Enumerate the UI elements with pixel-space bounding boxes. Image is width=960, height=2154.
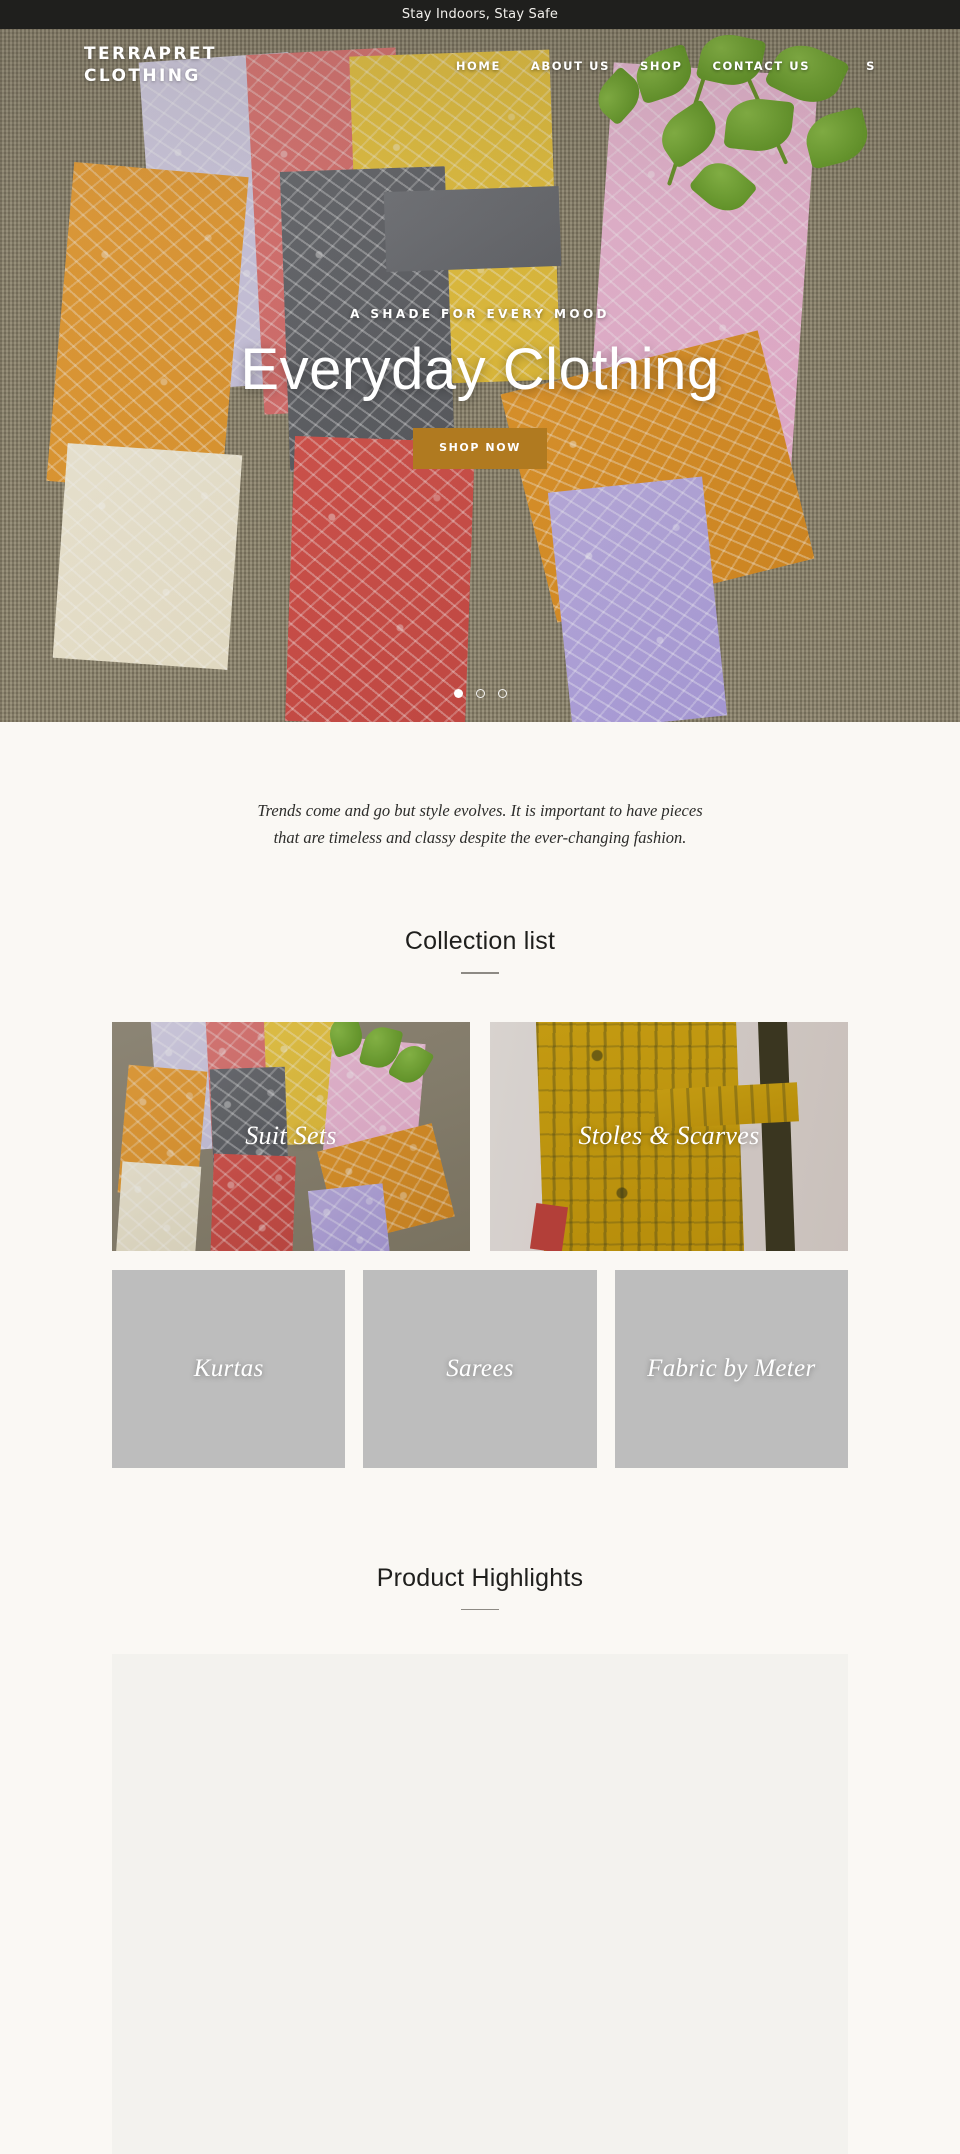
collection-card-suit-sets[interactable]: Suit Sets: [112, 1021, 470, 1251]
collection-card-label-suit-sets: Suit Sets: [245, 1121, 337, 1151]
intro-quote: Trends come and go but style evolves. It…: [0, 722, 960, 851]
intro-quote-line-1: Trends come and go but style evolves. It…: [257, 801, 703, 820]
search-icon[interactable]: S: [866, 59, 876, 73]
page-title-collection-list: Collection list: [404, 927, 556, 956]
product-highlights-grid: [0, 1654, 960, 2154]
collection-card-label-sarees: Sarees: [446, 1354, 514, 1382]
hero-title: Everyday Clothing: [240, 337, 720, 402]
brand-logo[interactable]: TERRAPRET CLOTHING: [84, 44, 244, 88]
collection-card-sarees[interactable]: Sarees: [363, 1269, 597, 1468]
nav-link-home[interactable]: HOME: [456, 59, 501, 73]
hero-carousel[interactable]: TERRAPRET CLOTHING HOME ABOUT US SHOP CO…: [0, 29, 960, 722]
product-highlights-heading-block: Product Highlights: [0, 1564, 960, 1611]
page-title-product-highlights: Product Highlights: [376, 1563, 584, 1592]
collection-card-kurtas[interactable]: Kurtas: [112, 1269, 346, 1468]
product-highlights-placeholder-panel: [112, 1654, 848, 2154]
intro-quote-line-2: that are timeless and classy despite the…: [273, 827, 687, 847]
product-highlights-section: Product Highlights: [0, 1564, 960, 2154]
carousel-dot-3[interactable]: [497, 689, 507, 698]
carousel-dot-1[interactable]: [453, 689, 463, 698]
shop-now-button[interactable]: SHOP NOW: [413, 428, 547, 469]
hero-eyebrow: A SHADE FOR EVERY MOOD: [350, 307, 610, 321]
main-navigation: HOME ABOUT US SHOP CONTACT US S: [456, 59, 876, 73]
collection-card-label-fabric-by-meter: Fabric by Meter: [647, 1354, 816, 1382]
collection-card-label-stoles-scarves: Stoles & Scarves: [578, 1121, 760, 1151]
heading-divider: [461, 1608, 499, 1611]
collection-list-section: Collection list Suit Sets Stoles & Scarv…: [0, 927, 960, 1468]
nav-link-about-us[interactable]: ABOUT US: [531, 59, 610, 73]
heading-divider: [461, 972, 499, 974]
collection-row-secondary: Kurtas Sarees Fabric by Meter: [112, 1269, 848, 1468]
collection-card-fabric-by-meter[interactable]: Fabric by Meter: [614, 1269, 848, 1468]
site-header: TERRAPRET CLOTHING HOME ABOUT US SHOP CO…: [0, 29, 960, 103]
carousel-dot-2[interactable]: [475, 689, 485, 698]
collection-card-label-kurtas: Kurtas: [193, 1354, 264, 1382]
collection-grid: Suit Sets Stoles & Scarves Kurtas Sarees…: [0, 1021, 960, 1468]
announcement-bar: Stay Indoors, Stay Safe: [0, 0, 960, 29]
announcement-text: Stay Indoors, Stay Safe: [401, 7, 559, 22]
hero-copy-block: A SHADE FOR EVERY MOOD Everyday Clothing…: [0, 307, 960, 469]
nav-link-contact-us[interactable]: CONTACT US: [713, 59, 811, 73]
collection-list-heading-block: Collection list: [0, 927, 960, 974]
nav-link-shop[interactable]: SHOP: [640, 59, 683, 73]
collection-card-stoles-scarves[interactable]: Stoles & Scarves: [490, 1021, 848, 1251]
collection-row-featured: Suit Sets Stoles & Scarves: [112, 1021, 848, 1251]
carousel-dots: [0, 689, 960, 698]
